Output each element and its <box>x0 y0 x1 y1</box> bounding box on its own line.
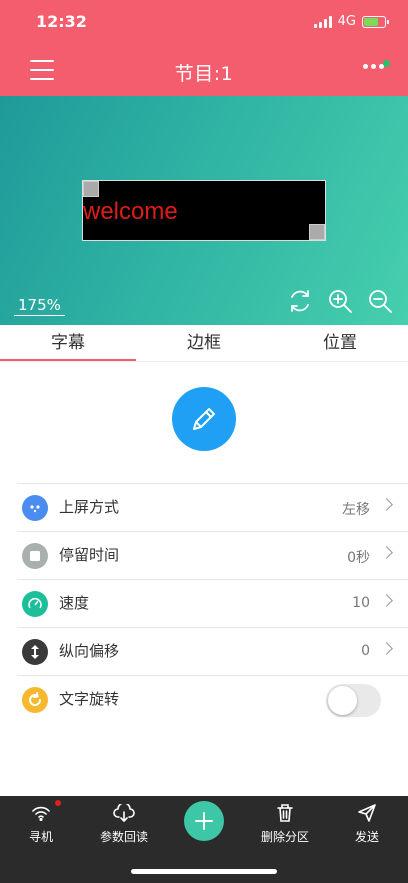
setting-label: 停留时间 <box>59 546 120 564</box>
zoom-out-icon[interactable] <box>367 288 393 314</box>
setting-value: 0 <box>361 643 370 659</box>
nav-label: 参数回读 <box>99 830 148 844</box>
tab-bar: 字幕 边框 位置 <box>0 325 408 362</box>
network-type: 4G <box>337 14 356 29</box>
setting-label: 纵向偏移 <box>59 642 120 660</box>
stay-time-icon <box>22 543 48 569</box>
cloud-download-icon <box>96 802 152 824</box>
home-indicator <box>131 869 277 874</box>
zoom-level: 175% <box>14 296 65 316</box>
resize-handle-top-left[interactable] <box>83 181 99 197</box>
nav-param-readback[interactable]: 参数回读 <box>96 802 152 845</box>
setting-row-entry-mode[interactable]: 上屏方式 左移 <box>17 483 408 531</box>
status-time: 12:32 <box>36 12 87 31</box>
send-icon <box>350 802 384 824</box>
setting-label: 速度 <box>59 594 90 612</box>
refresh-icon[interactable] <box>287 288 313 314</box>
chevron-right-icon <box>380 546 393 559</box>
setting-value: 10 <box>352 595 370 611</box>
tab-subtitle[interactable]: 字幕 <box>0 325 136 361</box>
nav-send[interactable]: 发送 <box>350 802 384 845</box>
tab-border[interactable]: 边框 <box>136 325 272 361</box>
speed-icon <box>22 591 48 617</box>
notification-dot <box>383 60 390 67</box>
notification-dot <box>55 800 61 806</box>
setting-label: 上屏方式 <box>59 498 120 516</box>
nav-label: 删除分区 <box>260 830 309 844</box>
wifi-icon <box>24 802 58 824</box>
edit-text-button[interactable] <box>172 387 236 451</box>
led-display[interactable]: welcome <box>82 180 326 241</box>
vertical-offset-icon <box>22 639 48 665</box>
settings-list: 上屏方式 左移 停留时间 0秒 速度 10 纵向偏移 0 文字旋转 <box>17 483 408 723</box>
entry-mode-icon <box>22 495 48 521</box>
setting-value: 0秒 <box>347 550 370 566</box>
trash-icon <box>257 802 313 824</box>
setting-value: 左移 <box>342 502 370 518</box>
setting-row-vertical-offset[interactable]: 纵向偏移 0 <box>17 627 408 675</box>
pencil-icon <box>193 408 215 430</box>
led-text: welcome <box>83 198 178 225</box>
setting-row-speed[interactable]: 速度 10 <box>17 579 408 627</box>
resize-handle-bottom-right[interactable] <box>309 224 325 240</box>
setting-row-rotate-text: 文字旋转 <box>17 675 408 723</box>
status-indicators: 4G <box>313 14 389 29</box>
chevron-right-icon <box>380 498 393 511</box>
nav-delete-partition[interactable]: 删除分区 <box>257 802 313 845</box>
led-preview-area: welcome 175% <box>0 96 408 325</box>
nav-label: 寻机 <box>28 830 53 844</box>
nav-label: 发送 <box>354 830 379 844</box>
chevron-right-icon <box>380 642 393 655</box>
add-button[interactable] <box>184 801 224 841</box>
setting-label: 文字旋转 <box>59 690 120 708</box>
chevron-right-icon <box>380 594 393 607</box>
rotate-text-toggle[interactable] <box>326 684 381 717</box>
signal-icon <box>313 15 332 28</box>
nav-find-device[interactable]: 寻机 <box>24 802 58 845</box>
setting-row-stay-time[interactable]: 停留时间 0秒 <box>17 531 408 579</box>
rotate-text-icon <box>22 687 48 713</box>
battery-icon <box>362 15 389 28</box>
more-dots-icon[interactable] <box>363 64 384 69</box>
plus-icon <box>195 812 213 830</box>
tab-position[interactable]: 位置 <box>272 325 408 361</box>
zoom-in-icon[interactable] <box>327 288 353 314</box>
app-header: 12:32 4G 节目:1 <box>0 0 408 96</box>
page-title: 节目:1 <box>174 63 234 85</box>
